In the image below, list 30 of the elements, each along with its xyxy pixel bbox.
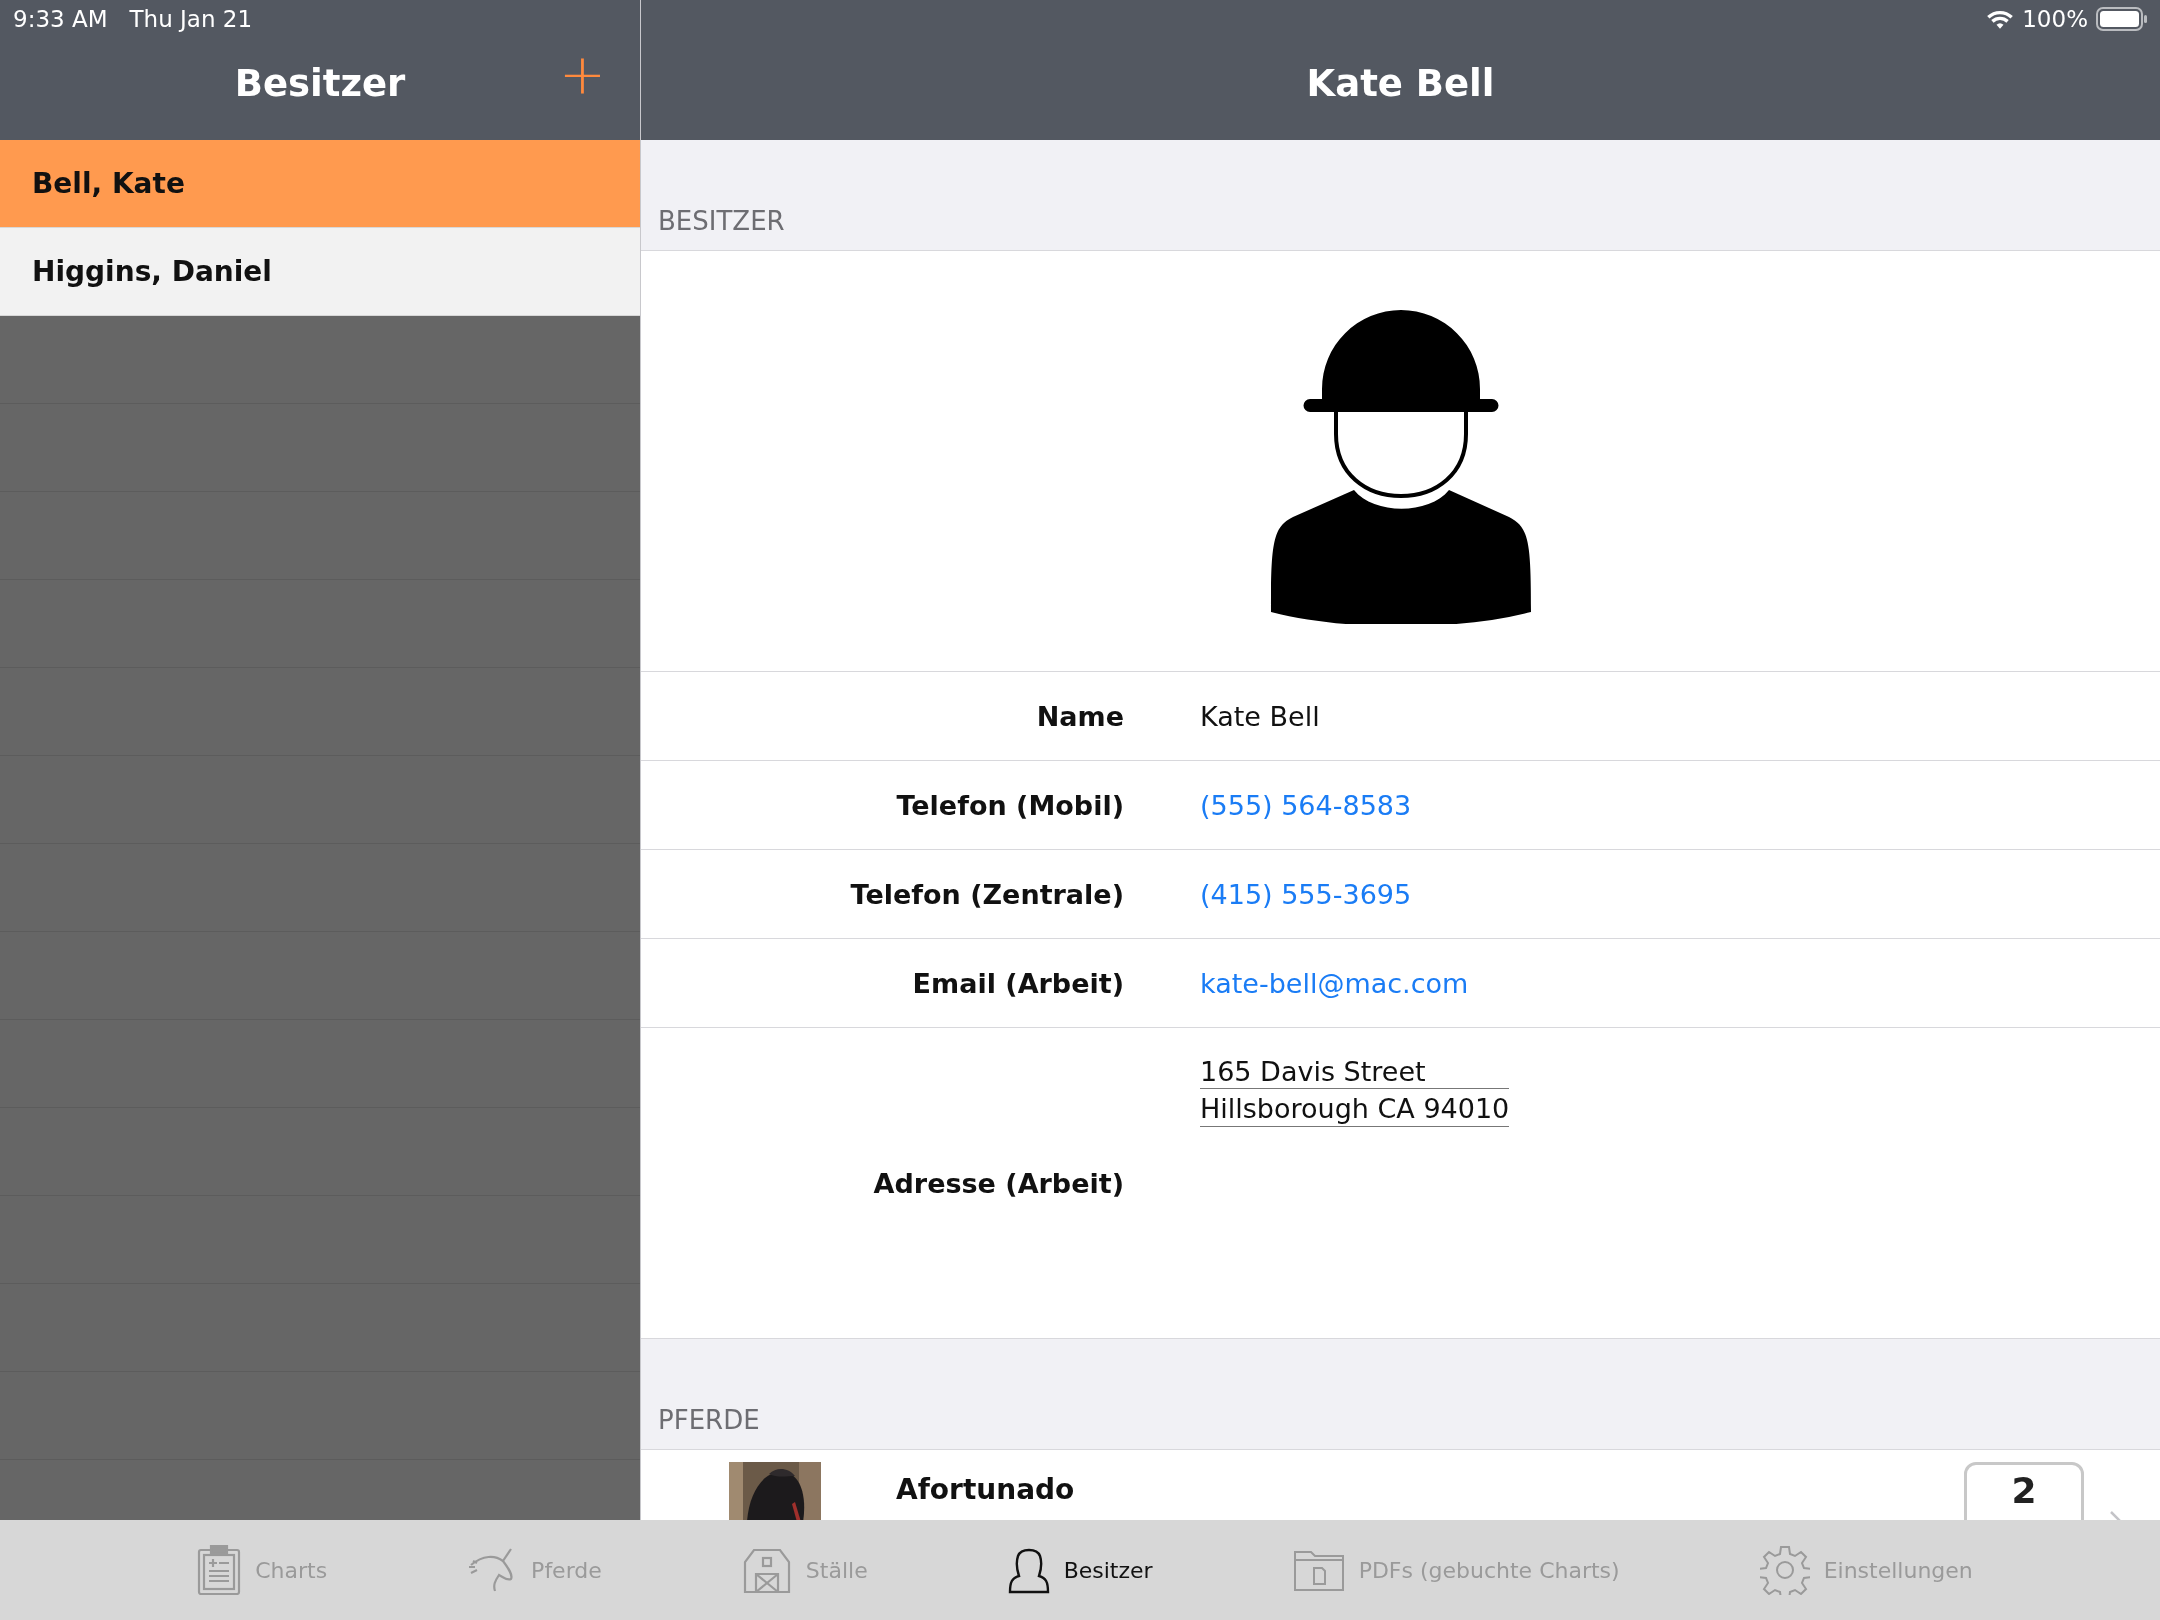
status-time: 9:33 AM xyxy=(13,6,108,32)
detail-title: Kate Bell xyxy=(1306,61,1495,105)
battery-percent: 100% xyxy=(2022,6,2088,32)
horse-name[interactable]: Afortunado xyxy=(896,1474,1075,1507)
field-label: Telefon (Mobil) xyxy=(896,789,1124,821)
field-value: Kate Bell xyxy=(1200,700,1320,732)
owner-list-item[interactable]: Bell, Kate xyxy=(0,140,640,228)
field-label: Name xyxy=(1036,700,1124,732)
field-label: Email (Arbeit) xyxy=(912,967,1124,999)
barn-icon xyxy=(741,1546,792,1594)
sidebar-title: Besitzer xyxy=(234,61,406,105)
folder-icon xyxy=(1292,1548,1345,1592)
address-line[interactable]: Hillsborough CA 94010 xyxy=(1200,1093,1510,1127)
contact-link[interactable]: (415) 555-3695 xyxy=(1200,878,1412,910)
settings-icon xyxy=(1759,1545,1810,1595)
wifi-icon xyxy=(1986,8,2015,30)
field-label: Telefon (Zentrale) xyxy=(850,878,1124,910)
person-icon xyxy=(1007,1546,1050,1594)
contact-link[interactable]: kate-bell@mac.com xyxy=(1200,967,1469,999)
address-line[interactable]: 165 Davis Street xyxy=(1200,1056,1510,1090)
owner-list-item[interactable]: Higgins, Daniel xyxy=(0,228,640,316)
section-header: PFERDE xyxy=(658,1405,760,1435)
field-label: Adresse (Arbeit) xyxy=(873,1167,1124,1199)
clipboard-icon xyxy=(197,1545,242,1595)
tab-bar-item[interactable]: Besitzer xyxy=(937,1546,1223,1594)
battery-icon xyxy=(2096,7,2148,31)
contact-link[interactable]: (555) 564-8583 xyxy=(1200,789,1412,821)
status-date: Thu Jan 21 xyxy=(129,6,253,32)
add-button[interactable]: + xyxy=(555,46,610,102)
section-header: BESITZER xyxy=(658,206,785,236)
